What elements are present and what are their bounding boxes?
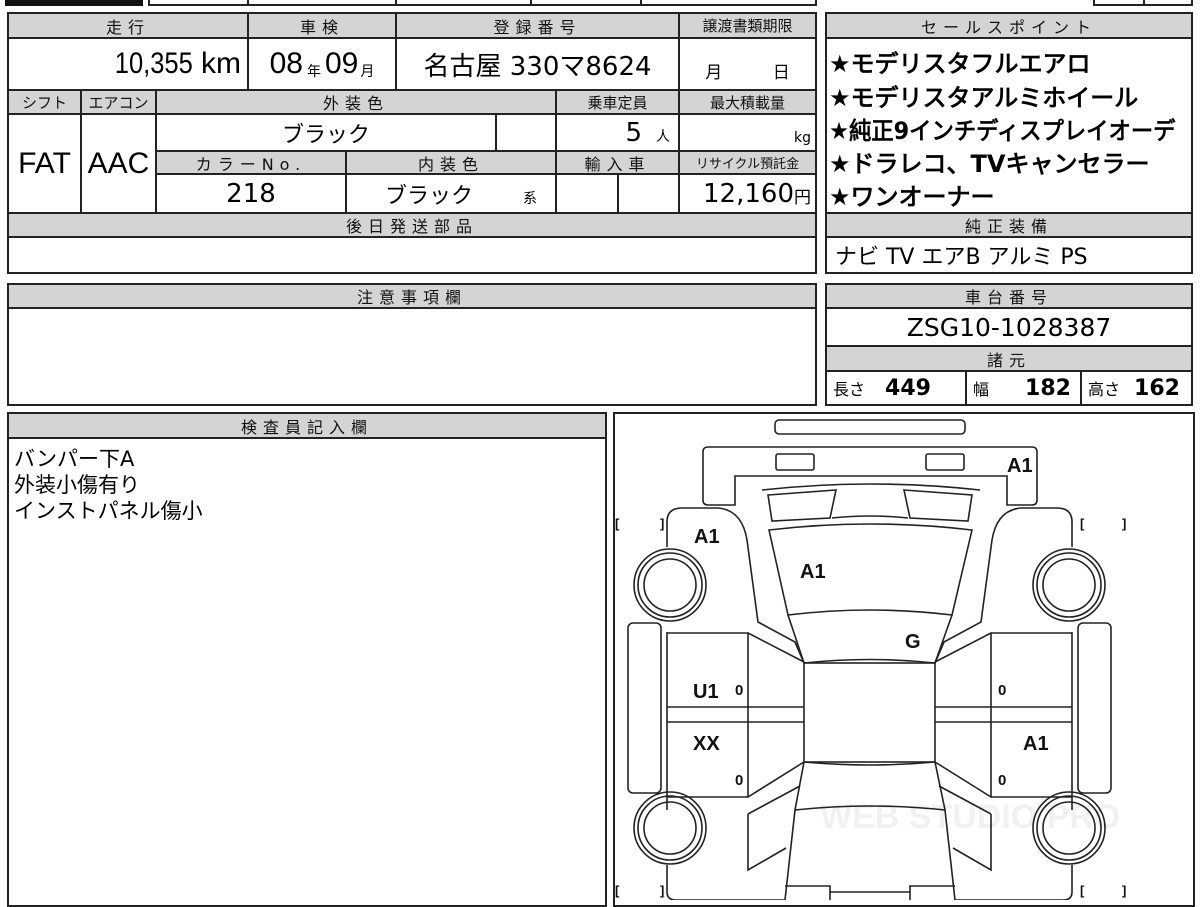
chassis-header: 車台番号 xyxy=(825,283,1193,309)
top-strip-cell xyxy=(1093,0,1145,6)
mark-zero: 0 xyxy=(735,682,743,699)
transfer-day-unit: 日 xyxy=(772,63,790,83)
mileage-unit: km xyxy=(201,47,241,80)
ac-value: AAC xyxy=(80,113,157,214)
recycle-unit: 円 xyxy=(794,188,811,208)
interior-color-value: ブラック xyxy=(384,183,473,209)
recycle-header: リサイクル預託金 xyxy=(678,150,817,175)
top-strip-cell xyxy=(530,0,642,6)
sales-point-item: ★ワンオーナー xyxy=(829,183,995,211)
max-load-cell: kg xyxy=(678,113,817,152)
sales-point-item: ★純正9インチディスプレイオーデ xyxy=(829,117,1176,145)
specs-header: 諸元 xyxy=(825,345,1193,372)
import-cell-2 xyxy=(617,173,680,214)
svg-text:]: ] xyxy=(1122,516,1126,531)
shift-value: FAT xyxy=(7,113,82,214)
import-cell-1 xyxy=(555,173,619,214)
exterior-color-extra xyxy=(495,113,557,152)
spec-length: 長さ 449 xyxy=(825,370,967,406)
inspection-header: 車検 xyxy=(247,12,397,39)
inspector-header: 検査員記入欄 xyxy=(7,412,607,439)
inspection-month: 09 xyxy=(325,47,359,80)
transfer-doc-header: 譲渡書類期限 xyxy=(678,12,817,39)
svg-text:]: ] xyxy=(1122,883,1126,898)
interior-color-cell: ブラック 系 xyxy=(345,173,557,214)
interior-color-suffix: 系 xyxy=(523,191,537,207)
interior-color-header: 内装色 xyxy=(345,150,557,175)
transfer-doc-cell: 月 日 xyxy=(678,37,817,91)
length-value: 449 xyxy=(885,375,931,401)
length-label: 長さ xyxy=(833,380,866,399)
equipment-value: ナビ TV エアB アルミ PS xyxy=(825,236,1193,274)
chassis-value: ZSG10-1028387 xyxy=(825,307,1193,347)
mark-rear-glass: A1 xyxy=(800,561,826,583)
sales-point-item: ★モデリスタアルミホイール xyxy=(829,84,1139,112)
mark-zero: 0 xyxy=(998,682,1006,699)
svg-text:[: [ xyxy=(1080,883,1085,898)
mark-roof-front: G xyxy=(905,631,921,653)
watermark: WEB STUDIO PRO xyxy=(820,798,1120,836)
mileage-value: 10,355 xyxy=(114,47,193,80)
spec-height: 高さ 162 xyxy=(1080,370,1193,406)
registration-header: 登録番号 xyxy=(395,12,680,39)
mark-zero: 0 xyxy=(735,772,743,789)
capacity-value: 5 xyxy=(625,117,642,148)
capacity-unit: 人 xyxy=(656,129,670,145)
svg-text:]: ] xyxy=(660,516,664,531)
month-unit: 月 xyxy=(360,64,375,80)
sales-point-item: ★ドラレコ、TVキャンセラー xyxy=(829,150,1150,178)
height-value: 162 xyxy=(1134,375,1180,401)
svg-text:[: [ xyxy=(1080,516,1085,531)
svg-text:]: ] xyxy=(660,883,664,898)
top-black-bar xyxy=(5,0,143,6)
inspector-note: インストパネル傷小 xyxy=(14,499,203,523)
notes-header: 注意事項欄 xyxy=(7,283,817,309)
recycle-value: 12,160 xyxy=(703,178,794,209)
inspection-year: 08 xyxy=(269,47,303,80)
shift-header: シフト xyxy=(7,89,82,115)
top-strip-cell xyxy=(148,0,249,6)
notes-body xyxy=(7,307,817,406)
mark-right-front-door: A1 xyxy=(1023,733,1049,755)
capacity-header: 乗車定員 xyxy=(555,89,680,115)
exterior-color-header: 外装色 xyxy=(155,89,557,115)
later-parts-header: 後日発送部品 xyxy=(7,212,817,238)
height-label: 高さ xyxy=(1088,380,1121,399)
svg-text:[: [ xyxy=(615,516,620,531)
sales-points-header: セールスポイント xyxy=(825,12,1193,39)
max-load-header: 最大積載量 xyxy=(678,89,817,115)
svg-text:[: [ xyxy=(615,883,620,898)
mark-left-rear-door: U1 xyxy=(693,681,719,703)
color-no-value: 218 xyxy=(155,173,347,214)
top-strip-cell xyxy=(1143,0,1193,6)
top-strip-cell xyxy=(640,0,817,6)
width-label: 幅 xyxy=(973,380,990,399)
transfer-month-unit: 月 xyxy=(705,63,723,83)
recycle-cell: 12,160 円 xyxy=(678,173,817,214)
max-load-unit: kg xyxy=(794,130,811,146)
exterior-color-value: ブラック xyxy=(155,113,497,152)
registration-cell: 名古屋 330マ8624 xyxy=(395,37,680,91)
top-strip-cell xyxy=(247,0,397,6)
inspection-cell: 08 年 09 月 xyxy=(247,37,397,91)
capacity-cell: 5 人 xyxy=(555,113,680,152)
ac-header: エアコン xyxy=(80,89,157,115)
mileage-cell: 10,355 km xyxy=(7,37,249,91)
mark-left-rear-quarter: A1 xyxy=(694,526,720,548)
year-unit: 年 xyxy=(307,64,321,80)
damage-diagram: [] [] [] [] A1 A1 A1 G U1 XX A1 0 0 0 0 … xyxy=(613,412,1195,907)
registration-value: 名古屋 330マ8624 xyxy=(423,51,652,82)
mark-left-front-door: XX xyxy=(693,733,720,755)
mark-rear-bumper: A1 xyxy=(1007,455,1033,477)
mileage-header: 走行 xyxy=(7,12,249,39)
top-strip-cell xyxy=(395,0,532,6)
spec-width: 幅 182 xyxy=(965,370,1082,406)
mark-zero: 0 xyxy=(998,772,1006,789)
import-header: 輸入車 xyxy=(555,150,680,175)
width-value: 182 xyxy=(1025,375,1071,401)
color-no-header: カラーNo. xyxy=(155,150,347,175)
sales-point-item: ★モデリスタフルエアロ xyxy=(829,50,1091,78)
equipment-header: 純正装備 xyxy=(825,212,1193,238)
later-parts-value xyxy=(7,236,817,274)
